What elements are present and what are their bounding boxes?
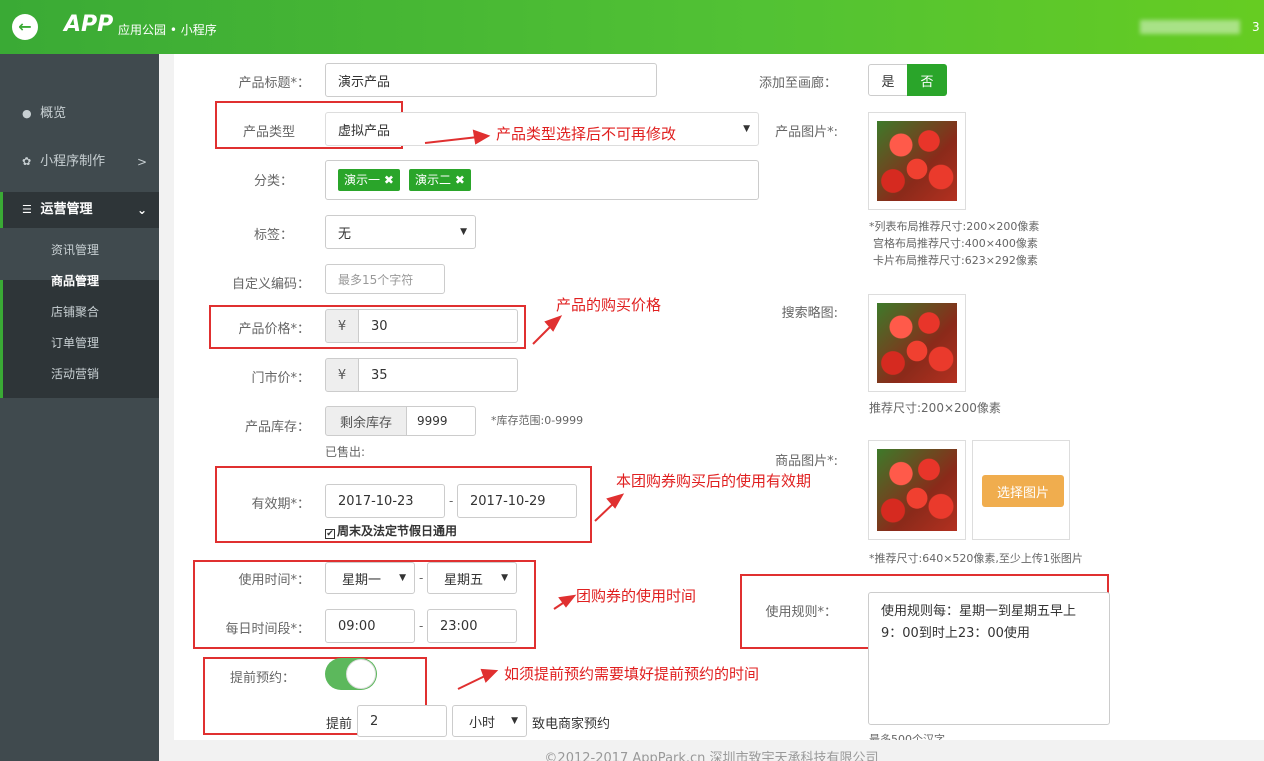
footer: ©2012-2017 AppPark.cn 深圳市致宇天承科技有限公司 bbox=[159, 740, 1264, 761]
annotation-arrows bbox=[424, 129, 625, 690]
